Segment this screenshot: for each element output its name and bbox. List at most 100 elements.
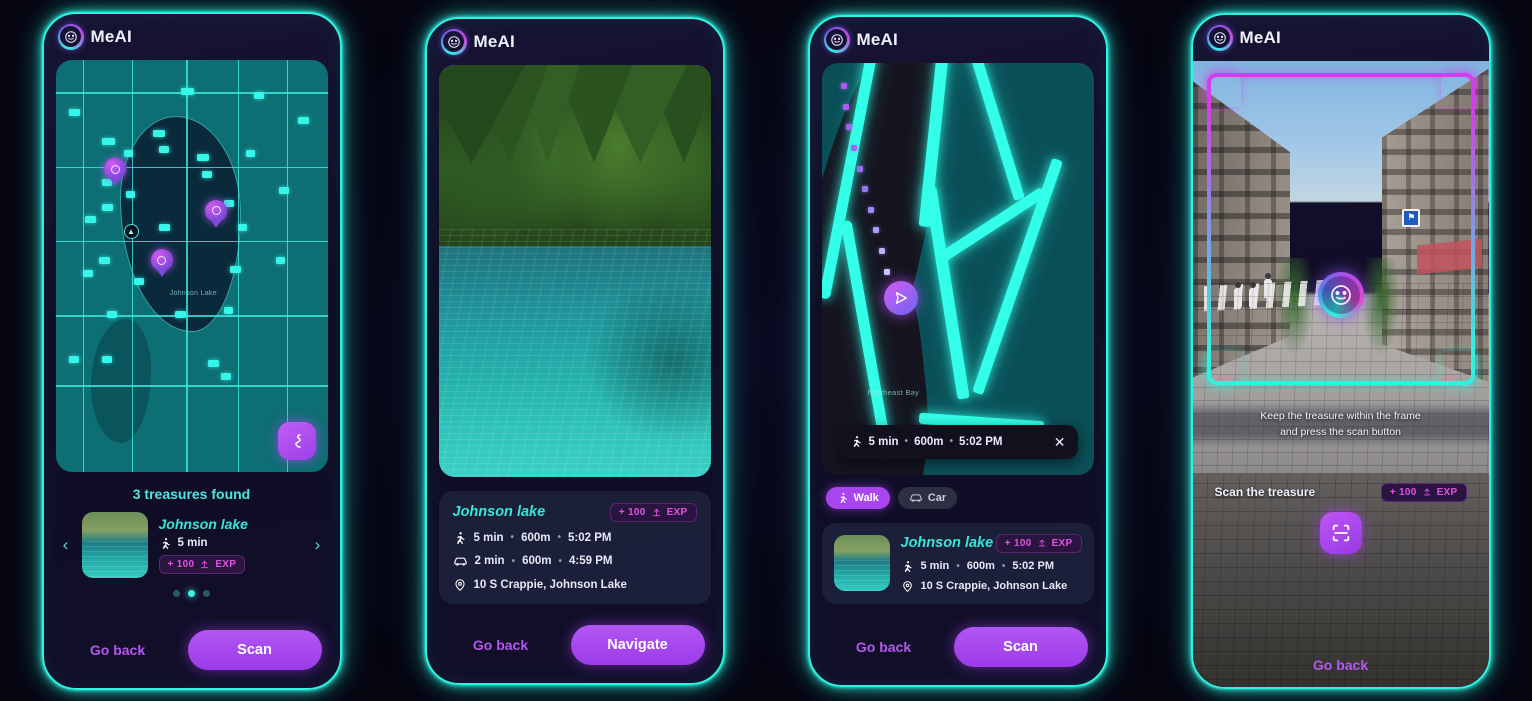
scan-frame-icon[interactable] [1319, 511, 1362, 554]
exp-badge: + 100 EXP [1380, 482, 1467, 502]
separator: • [557, 532, 561, 543]
treasure-walk-time: 5 min [177, 537, 208, 549]
separator: • [558, 555, 562, 567]
location-pin-icon [453, 578, 467, 592]
exp-badge: + 100 EXP [609, 502, 697, 522]
eta-arrival: 5:02 PM [959, 435, 1003, 448]
phone-screen-navigation: MeAI Northeast Bay 5 min • 600m • 5:02 P… [807, 14, 1108, 687]
map-treasure-pin[interactable] [104, 158, 127, 187]
travel-mode-car-label: Car [927, 491, 947, 504]
close-icon[interactable]: ✕ [1054, 435, 1066, 449]
map-area-label: Northeast Bay [867, 387, 920, 397]
carousel-next-button[interactable]: › [306, 535, 330, 555]
scan-corner-bottom-left [1206, 350, 1241, 385]
address-text: 10 S Crappie, Johnson Lake [473, 578, 627, 591]
car-icon [453, 554, 468, 569]
pedestrian-sign-icon: ⚑ [1402, 208, 1421, 227]
scan-treasure-label: Scan the treasure [1214, 485, 1316, 499]
screen-footer: Go back Navigate [427, 624, 723, 683]
screen-footer: Go back Scan [810, 626, 1106, 685]
treasure-walk-time-row: 5 min [159, 537, 248, 550]
ar-hint-line-2: and press the scan button [1280, 426, 1401, 439]
walk-time: 5 min [920, 560, 950, 572]
separator: • [949, 436, 953, 447]
scan-frame-edge-left [1206, 106, 1211, 351]
walk-route-row: 5 min • 600m • 5:02 PM [901, 560, 1082, 573]
car-icon [909, 491, 923, 505]
map-user-location-icon: ▲ [123, 224, 139, 240]
navigation-arrow-icon [884, 280, 919, 315]
map-treasure-pin[interactable] [150, 249, 173, 278]
scan-button[interactable]: Scan [953, 626, 1088, 667]
treasure-title: Johnson lake [452, 504, 546, 520]
separator: • [956, 560, 960, 572]
treasure-title: Johnson lake [900, 535, 994, 551]
walking-icon [159, 537, 172, 550]
treeline-region [438, 64, 711, 164]
separator: • [1001, 560, 1006, 572]
exp-icon [651, 507, 662, 518]
exp-amount: + 100 [1389, 486, 1417, 498]
scan-corner-bottom-right [1440, 350, 1475, 385]
travel-mode-walk[interactable]: Walk [825, 486, 890, 509]
meai-face-icon [440, 28, 467, 55]
screens-stage: MeAI ▲ Johnson Lake 3 treasures found ‹ … [0, 0, 1532, 701]
brand-logo[interactable]: MeAI [440, 28, 515, 55]
map-lake-label: Johnson Lake [169, 290, 217, 298]
brand-name: MeAI [1239, 27, 1281, 47]
walk-arrival: 5:02 PM [1012, 560, 1054, 572]
map-treasure-pin[interactable] [205, 199, 228, 228]
app-topbar: MeAI [810, 17, 1106, 63]
brand-logo[interactable]: MeAI [823, 26, 898, 53]
exp-amount: + 100 [167, 558, 195, 570]
destination-info-card: Johnson lake + 100 EXP 5 min • 600m • 5:… [821, 522, 1094, 604]
brand-logo[interactable]: MeAI [1206, 24, 1281, 51]
go-back-button[interactable]: Go back [62, 642, 174, 658]
separator: • [511, 555, 516, 567]
scan-frame-edge-right [1470, 106, 1475, 351]
go-back-button[interactable]: Go back [445, 637, 557, 653]
map-lake-shape-2 [90, 319, 151, 443]
go-back-button[interactable]: Go back [1313, 657, 1368, 673]
travel-mode-car[interactable]: Car [897, 486, 958, 509]
carousel-dot[interactable] [173, 589, 180, 597]
app-topbar: MeAI [44, 14, 340, 60]
meai-face-icon [1206, 24, 1233, 51]
separator: • [904, 436, 909, 447]
brand-logo[interactable]: MeAI [57, 23, 132, 50]
eta-bar: 5 min • 600m • 5:02 PM ✕ [837, 424, 1078, 459]
carousel-prev-button[interactable]: ‹ [54, 535, 78, 555]
navigation-map[interactable]: Northeast Bay 5 min • 600m • 5:02 PM ✕ [821, 62, 1094, 475]
route-icon[interactable] [277, 421, 316, 460]
address-text: 10 S Crappie, Johnson Lake [920, 580, 1068, 592]
exp-icon [1422, 487, 1432, 497]
meai-face-icon [57, 23, 84, 50]
screen-footer: Go back [1193, 657, 1489, 687]
travel-mode-walk-label: Walk [853, 491, 879, 504]
scan-button[interactable]: Scan [187, 629, 322, 670]
water-ripples [438, 229, 711, 477]
carousel-dot-active[interactable] [188, 589, 195, 597]
exp-icon [1037, 538, 1047, 548]
walk-time: 5 min [473, 531, 504, 544]
meai-face-icon[interactable] [1317, 272, 1364, 319]
exp-badge: + 100 EXP [158, 554, 246, 574]
treasure-carousel-item[interactable]: Johnson lake 5 min + 100 EXP [81, 511, 302, 578]
navigate-button[interactable]: Navigate [570, 624, 705, 665]
treasure-thumbnail [833, 535, 890, 591]
walk-distance: 600m [966, 560, 995, 572]
brand-name: MeAI [90, 26, 132, 46]
walking-icon [453, 531, 467, 545]
app-topbar: MeAI [427, 19, 723, 65]
go-back-button[interactable]: Go back [828, 639, 940, 655]
scan-frame-edge-top [1240, 72, 1441, 77]
ar-camera-view[interactable]: ⚑ Keep the treasure within the frame and… [1192, 60, 1489, 473]
walking-icon [837, 492, 849, 504]
car-distance: 600m [522, 555, 552, 567]
treasures-found-title: 3 treasures found [132, 485, 251, 502]
scan-treasure-row: Scan the treasure + 100 EXP [1205, 473, 1477, 502]
carousel-dots [44, 589, 340, 597]
exp-amount: + 100 [618, 506, 646, 518]
carousel-dot[interactable] [203, 589, 210, 597]
discover-map[interactable]: ▲ Johnson Lake [55, 59, 328, 472]
